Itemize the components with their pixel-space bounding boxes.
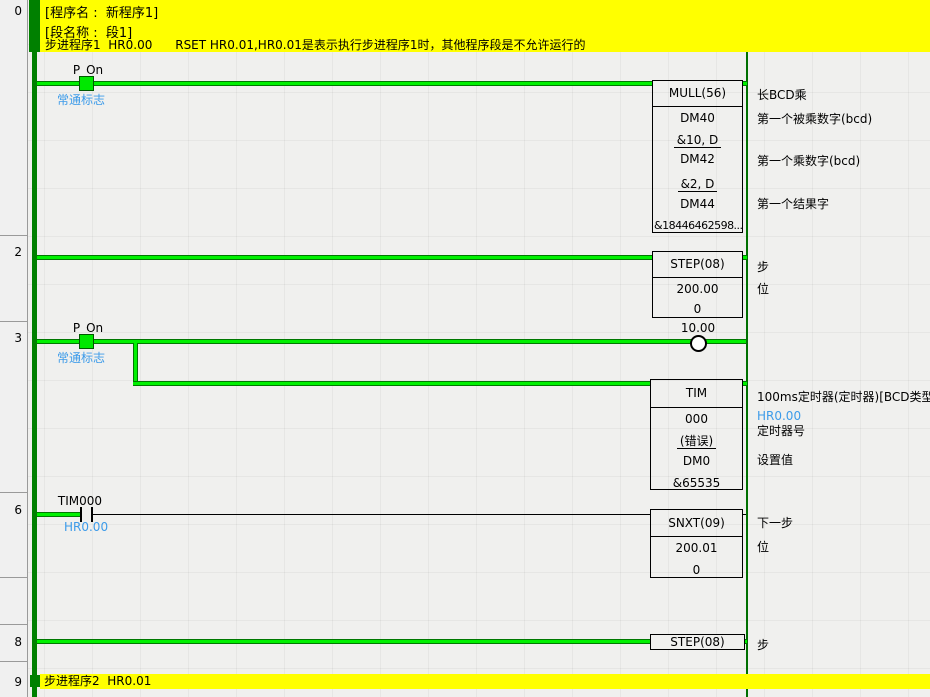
rung6-wire xyxy=(93,514,650,515)
rung3-contact-comment: 常通标志 xyxy=(57,349,105,366)
coil-10-00-icon[interactable] xyxy=(690,335,707,352)
rung8-wire xyxy=(37,639,650,644)
rung3-comment-3: 定时器号 xyxy=(757,422,805,439)
instruction-block-snxt[interactable]: SNXT(09) 200.01 0 xyxy=(650,509,743,578)
operand[interactable]: 200.01 xyxy=(651,541,742,555)
rung-marker-icon xyxy=(29,0,40,52)
rung2-comment-1: 步 xyxy=(757,258,769,275)
operand-value: 0 xyxy=(653,302,742,316)
rung-comment-banner-bottom[interactable]: 步进程序2 HR0.01 xyxy=(40,674,930,689)
rung2-right-stub xyxy=(743,255,747,260)
operand[interactable]: 000 xyxy=(651,412,742,426)
operand-value: &10, D xyxy=(653,133,742,147)
coil-label: 10.00 xyxy=(673,321,723,335)
rung0-comment-2: 第一个被乘数字(bcd) xyxy=(757,110,872,127)
operand-value: (错误) xyxy=(651,434,742,448)
instruction-title: STEP(08) xyxy=(670,635,724,649)
rung-number: 3 xyxy=(0,322,27,345)
operand[interactable]: DM0 xyxy=(651,454,742,468)
instruction-title: MULL(56) xyxy=(653,81,742,107)
rung3-branch-vertical xyxy=(133,343,138,383)
rung-comment-text: 步进程序2 HR0.01 xyxy=(44,674,151,689)
rung3-contact-label: P_On xyxy=(66,321,110,335)
rung6-contact-comment: HR0.00 xyxy=(64,520,108,534)
rung0-comment-1: 长BCD乘 xyxy=(757,86,807,103)
operand[interactable]: DM42 xyxy=(653,152,742,166)
rung6-right-stub xyxy=(743,514,746,515)
operand[interactable]: 200.00 xyxy=(653,282,742,296)
rung2-comment-2: 位 xyxy=(757,280,769,297)
rung6-comment-1: 下一步 xyxy=(757,514,793,531)
rung-comment-banner-top[interactable]: [程序名 : 新程序1] [段名称 : 段1] 步进程序1 HR0.00 RSE… xyxy=(40,0,930,52)
operand-value: &18446462598... xyxy=(653,219,742,233)
rung3-branch-wire xyxy=(133,381,650,386)
rung-header-8[interactable]: 8 xyxy=(0,625,28,662)
rung8-comment-1: 步 xyxy=(757,636,769,653)
instruction-block-step[interactable]: STEP(08) 200.00 0 xyxy=(652,251,743,318)
operand[interactable]: DM40 xyxy=(653,111,742,125)
instruction-block-tim[interactable]: TIM 000 (错误) DM0 &65535 xyxy=(650,379,743,490)
operand-value: &2, D xyxy=(653,177,742,191)
rung-marker-icon xyxy=(30,675,40,687)
operand[interactable]: DM44 xyxy=(653,197,742,211)
instruction-title: TIM xyxy=(651,380,742,408)
rung-header-3[interactable]: 3 xyxy=(0,322,28,493)
rung-number: 9 xyxy=(0,662,27,689)
instruction-title: STEP(08) xyxy=(653,252,742,278)
contact-p-on-icon[interactable] xyxy=(79,334,94,349)
rung-comment-text: 步进程序1 HR0.00 RSET HR0.01,HR0.01是表示执行步进程序… xyxy=(45,36,586,53)
operand-value: &65535 xyxy=(651,476,742,490)
rung0-right-stub xyxy=(743,81,747,86)
rung0-comment-4: 第一个结果字 xyxy=(757,195,829,212)
rung-header-7[interactable] xyxy=(0,578,28,625)
ladder-canvas: 0 2 3 6 8 9 P_On 常通标志 MULL(56) DM40 &10,… xyxy=(0,0,930,697)
rung3-wire xyxy=(37,339,746,344)
rung3-comment-2: HR0.00 xyxy=(757,409,801,423)
rung-header-6[interactable]: 6 xyxy=(0,493,28,578)
program-name: [程序名 : 新程序1] xyxy=(45,2,158,21)
contact-p-on-icon[interactable] xyxy=(79,76,94,91)
rung3-comment-4: 设置值 xyxy=(757,451,793,468)
rung-number: 6 xyxy=(0,493,27,517)
rung6-wire-energized xyxy=(37,512,80,517)
instruction-block-step-end[interactable]: STEP(08) xyxy=(650,634,745,650)
rung6-comment-2: 位 xyxy=(757,538,769,555)
rung-header-9[interactable]: 9 xyxy=(0,662,28,697)
rung2-wire xyxy=(37,255,652,260)
rung0-contact-comment: 常通标志 xyxy=(57,91,105,108)
rung-number: 8 xyxy=(0,625,27,649)
right-bus-bar xyxy=(746,0,748,697)
instruction-title: SNXT(09) xyxy=(651,510,742,537)
left-bus-bar xyxy=(32,0,37,697)
instruction-block-mull[interactable]: MULL(56) DM40 &10, D DM42 &2, D DM44 &18… xyxy=(652,80,743,233)
rung0-comment-3: 第一个乘数字(bcd) xyxy=(757,152,860,169)
rung6-contact-label: TIM000 xyxy=(55,494,105,508)
rung0-contact-label: P_On xyxy=(66,63,110,77)
rung-header-2[interactable]: 2 xyxy=(0,236,28,322)
rung0-wire xyxy=(37,81,652,86)
rung-number: 2 xyxy=(0,236,27,259)
rung3-comment-1: 100ms定时器(定时器)[BCD类型] xyxy=(757,388,930,405)
operand-value: 0 xyxy=(651,563,742,577)
rung-number: 0 xyxy=(0,0,27,18)
rung3-right-stub xyxy=(743,381,747,386)
rung-header-0[interactable]: 0 xyxy=(0,0,28,236)
